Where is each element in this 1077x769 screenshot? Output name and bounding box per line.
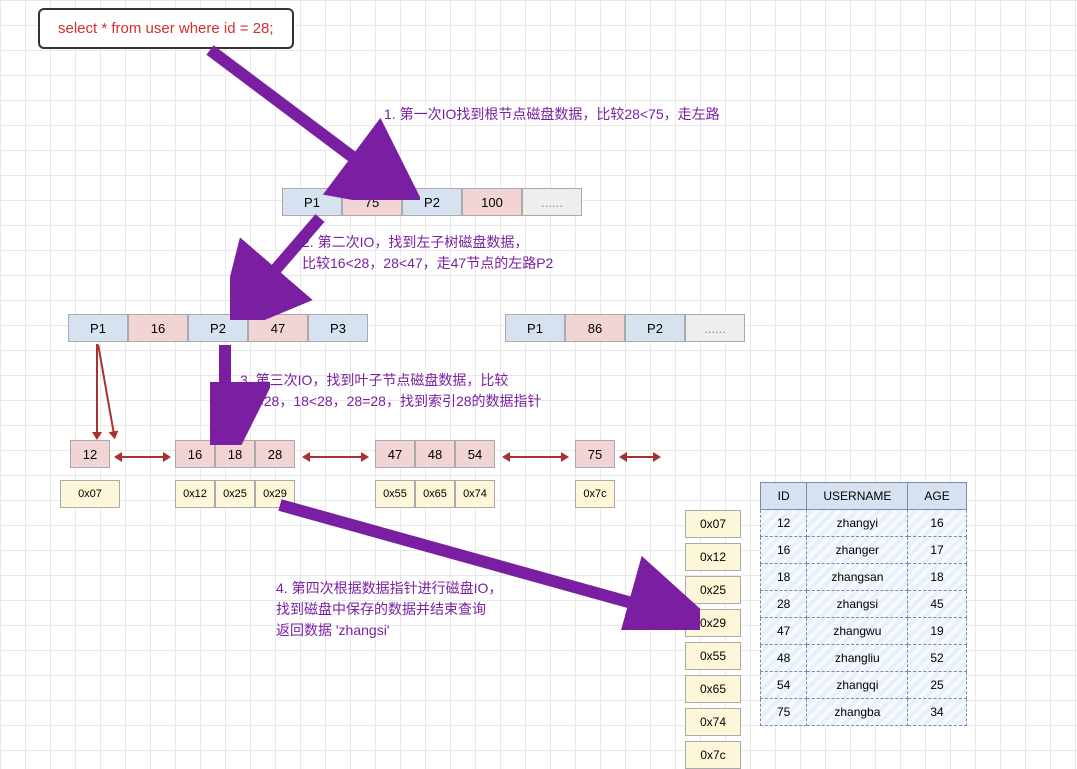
table-cell: 34 bbox=[908, 699, 966, 726]
key-cell: 75 bbox=[342, 188, 402, 216]
ptr-cell: P3 bbox=[308, 314, 368, 342]
table-row: 16zhanger17 bbox=[761, 537, 967, 564]
annotation-step2: 2. 第二次IO，找到左子树磁盘数据， 比较16<28，28<47，走47节点的… bbox=[302, 232, 553, 274]
disk-addr: 0x25 bbox=[685, 576, 741, 604]
table-cell: 47 bbox=[761, 618, 807, 645]
leaf-addr: 0x7c bbox=[575, 480, 615, 508]
link-arrow-icon bbox=[625, 456, 655, 458]
leaf-key: 54 bbox=[455, 440, 495, 468]
leaf-node-4-addrs: 0x7c bbox=[575, 480, 615, 508]
table-cell: zhangliu bbox=[807, 645, 908, 672]
table-cell: zhangyi bbox=[807, 510, 908, 537]
ptr-cell: P1 bbox=[68, 314, 128, 342]
table-cell: 52 bbox=[908, 645, 966, 672]
table-cell: zhangwu bbox=[807, 618, 908, 645]
user-data-table: ID USERNAME AGE 12zhangyi1616zhanger1718… bbox=[760, 482, 967, 726]
table-cell: 75 bbox=[761, 699, 807, 726]
link-arrow-icon bbox=[120, 456, 165, 458]
more-cell: ...... bbox=[522, 188, 582, 216]
table-cell: 28 bbox=[761, 591, 807, 618]
disk-addr: 0x74 bbox=[685, 708, 741, 736]
leaf-addr: 0x65 bbox=[415, 480, 455, 508]
leaf-node-3-keys: 47 48 54 bbox=[375, 440, 495, 468]
disk-addr: 0x7c bbox=[685, 741, 741, 769]
btree-level2-left: P1 16 P2 47 P3 bbox=[68, 314, 368, 342]
leaf-node-1-keys: 12 bbox=[70, 440, 110, 468]
leaf-key: 16 bbox=[175, 440, 215, 468]
key-cell: 16 bbox=[128, 314, 188, 342]
sql-query-box: select * from user where id = 28; bbox=[38, 8, 294, 49]
leaf-key: 47 bbox=[375, 440, 415, 468]
leaf-addr: 0x07 bbox=[60, 480, 120, 508]
btree-level2-right: P1 86 P2 ...... bbox=[505, 314, 745, 342]
table-row: 47zhangwu19 bbox=[761, 618, 967, 645]
more-cell: ...... bbox=[685, 314, 745, 342]
th-username: USERNAME bbox=[807, 483, 908, 510]
table-row: 28zhangsi45 bbox=[761, 591, 967, 618]
leaf-key: 12 bbox=[70, 440, 110, 468]
leaf-key: 18 bbox=[215, 440, 255, 468]
table-cell: 45 bbox=[908, 591, 966, 618]
annotation-step1: 1. 第一次IO找到根节点磁盘数据，比较28<75，走左路 bbox=[384, 104, 720, 125]
leaf-addr: 0x74 bbox=[455, 480, 495, 508]
link-arrow-icon bbox=[308, 456, 363, 458]
ptr-cell: P1 bbox=[505, 314, 565, 342]
leaf-key: 75 bbox=[575, 440, 615, 468]
table-row: 75zhangba34 bbox=[761, 699, 967, 726]
leaf-addr: 0x12 bbox=[175, 480, 215, 508]
leaf-node-1-addrs: 0x07 bbox=[60, 480, 120, 508]
disk-addr: 0x07 bbox=[685, 510, 741, 538]
leaf-addr: 0x25 bbox=[215, 480, 255, 508]
btree-root-node: P1 75 P2 100 ...... bbox=[282, 188, 582, 216]
leaf-node-3-addrs: 0x55 0x65 0x74 bbox=[375, 480, 495, 508]
ptr-cell: P1 bbox=[282, 188, 342, 216]
disk-addr: 0x29 bbox=[685, 609, 741, 637]
table-row: 48zhangliu52 bbox=[761, 645, 967, 672]
leaf-addr: 0x29 bbox=[255, 480, 295, 508]
table-cell: zhangsi bbox=[807, 591, 908, 618]
ptr-cell: P2 bbox=[625, 314, 685, 342]
table-cell: 54 bbox=[761, 672, 807, 699]
table-cell: 12 bbox=[761, 510, 807, 537]
table-cell: zhangsan bbox=[807, 564, 908, 591]
leaf-node-2-keys: 16 18 28 bbox=[175, 440, 295, 468]
table-cell: 16 bbox=[761, 537, 807, 564]
table-cell: zhanger bbox=[807, 537, 908, 564]
table-cell: 16 bbox=[908, 510, 966, 537]
annotation-step3: 3. 第三次IO，找到叶子节点磁盘数据，比较 16<28，18<28，28=28… bbox=[240, 370, 542, 412]
table-row: 12zhangyi16 bbox=[761, 510, 967, 537]
annotation-step4: 4. 第四次根据数据指针进行磁盘IO， 找到磁盘中保存的数据并结束查询 返回数据… bbox=[276, 578, 502, 641]
disk-addr: 0x55 bbox=[685, 642, 741, 670]
table-cell: 18 bbox=[761, 564, 807, 591]
table-cell: zhangqi bbox=[807, 672, 908, 699]
leaf-addr: 0x55 bbox=[375, 480, 415, 508]
table-cell: 18 bbox=[908, 564, 966, 591]
leaf-key: 48 bbox=[415, 440, 455, 468]
leaf-node-4-keys: 75 bbox=[575, 440, 615, 468]
table-row: 54zhangqi25 bbox=[761, 672, 967, 699]
key-cell: 47 bbox=[248, 314, 308, 342]
th-age: AGE bbox=[908, 483, 966, 510]
sql-text: select * from user where id = 28; bbox=[58, 20, 274, 37]
disk-addr: 0x65 bbox=[685, 675, 741, 703]
link-arrow-icon bbox=[508, 456, 563, 458]
table-cell: 19 bbox=[908, 618, 966, 645]
ptr-cell: P2 bbox=[402, 188, 462, 216]
table-cell: 25 bbox=[908, 672, 966, 699]
th-id: ID bbox=[761, 483, 807, 510]
disk-addr: 0x12 bbox=[685, 543, 741, 571]
leaf-key: 28 bbox=[255, 440, 295, 468]
ptr-cell: P2 bbox=[188, 314, 248, 342]
key-cell: 100 bbox=[462, 188, 522, 216]
key-cell: 86 bbox=[565, 314, 625, 342]
down-arrow-icon bbox=[96, 344, 98, 434]
down-arrow-icon bbox=[97, 345, 115, 434]
leaf-node-2-addrs: 0x12 0x25 0x29 bbox=[175, 480, 295, 508]
table-cell: zhangba bbox=[807, 699, 908, 726]
table-row: 18zhangsan18 bbox=[761, 564, 967, 591]
table-cell: 17 bbox=[908, 537, 966, 564]
table-cell: 48 bbox=[761, 645, 807, 672]
